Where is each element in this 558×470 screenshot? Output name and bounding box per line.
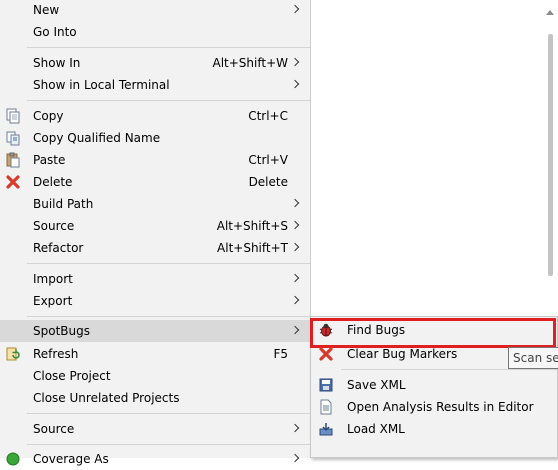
submenu-item-save-xml[interactable]: Save XML	[311, 374, 557, 396]
menu-item-refactor[interactable]: Refactor Alt+Shift+T	[0, 237, 310, 259]
menu-item-label: Source	[33, 219, 75, 233]
menu-item-go-into[interactable]: Go Into	[0, 21, 310, 43]
submenu-item-load-xml[interactable]: Load XML	[311, 418, 557, 440]
document-icon	[320, 399, 332, 415]
menu-item-label: Source	[33, 422, 75, 436]
coverage-icon	[6, 452, 20, 466]
menu-item-label: Close Unrelated Projects	[33, 391, 180, 405]
menu-item-label: Go Into	[33, 25, 77, 39]
menu-item-spotbugs[interactable]: SpotBugs	[0, 320, 310, 342]
submenu-item-open-analysis-results[interactable]: Open Analysis Results in Editor	[311, 396, 557, 418]
menu-item-label: SpotBugs	[33, 324, 90, 338]
menu-separator	[27, 263, 310, 264]
menu-item-show-in[interactable]: Show In Alt+Shift+W	[0, 52, 310, 74]
menu-item-label: Show in Local Terminal	[33, 78, 170, 92]
menu-separator	[27, 100, 310, 101]
menu-item-shortcut: Delete	[248, 175, 288, 189]
spotbugs-submenu: Find Bugs Clear Bug Markers Save XML Ope…	[310, 316, 558, 458]
tooltip: Scan selected	[508, 347, 558, 369]
menu-item-label: Show In	[33, 56, 81, 70]
submenu-arrow-icon	[290, 423, 300, 433]
menu-item-new[interactable]: New	[0, 0, 310, 21]
menu-item-delete[interactable]: Delete Delete	[0, 171, 310, 193]
menu-item-shortcut: F5	[273, 347, 288, 361]
menu-item-label: Refresh	[33, 347, 79, 361]
menu-item-source-2[interactable]: Source	[0, 418, 310, 440]
menu-item-copy-qualified-name[interactable]: Copy Qualified Name	[0, 127, 310, 149]
submenu-separator	[341, 369, 557, 370]
submenu-item-label: Clear Bug Markers	[347, 347, 458, 361]
submenu-arrow-icon	[290, 57, 300, 67]
menu-item-export[interactable]: Export	[0, 290, 310, 312]
menu-item-coverage-as[interactable]: Coverage As	[0, 448, 310, 470]
submenu-arrow-icon	[290, 242, 300, 252]
submenu-arrow-icon	[290, 453, 300, 463]
copy-qualified-name-icon	[6, 131, 20, 146]
submenu-item-label: Open Analysis Results in Editor	[347, 400, 534, 414]
clear-icon	[319, 347, 333, 361]
menu-item-label: Copy Qualified Name	[33, 131, 161, 145]
submenu-arrow-icon	[290, 220, 300, 230]
refresh-icon	[6, 347, 20, 361]
menu-item-label: New	[33, 3, 60, 17]
load-icon	[319, 423, 333, 436]
menu-item-label: Build Path	[33, 197, 94, 211]
menu-item-close-unrelated-projects[interactable]: Close Unrelated Projects	[0, 387, 310, 409]
menu-item-shortcut: Ctrl+V	[248, 153, 288, 167]
menu-item-shortcut: Alt+Shift+W	[212, 56, 289, 70]
submenu-item-find-bugs[interactable]: Find Bugs	[310, 318, 557, 348]
menu-item-import[interactable]: Import	[0, 268, 310, 290]
submenu-arrow-icon	[290, 198, 300, 208]
menu-separator	[27, 47, 310, 48]
menu-item-build-path[interactable]: Build Path	[0, 193, 310, 215]
menu-item-copy[interactable]: Copy Ctrl+C	[0, 105, 310, 127]
menu-item-close-project[interactable]: Close Project	[0, 365, 310, 387]
submenu-arrow-icon	[290, 295, 300, 305]
scrollbar-thumb[interactable]	[548, 34, 553, 276]
save-icon	[319, 378, 333, 392]
menu-separator	[27, 316, 310, 317]
menu-item-label: Coverage As	[33, 452, 109, 466]
menu-item-shortcut: Alt+Shift+S	[216, 219, 288, 233]
menu-item-label: Copy	[33, 109, 64, 123]
scroll-up-arrow-icon[interactable]	[546, 10, 554, 15]
menu-item-paste[interactable]: Paste Ctrl+V	[0, 149, 310, 171]
menu-item-label: Refactor	[33, 241, 84, 255]
copy-icon	[6, 108, 20, 124]
submenu-arrow-icon	[290, 79, 300, 89]
menu-item-label: Export	[33, 294, 73, 308]
paste-icon	[6, 152, 20, 168]
menu-item-shortcut: Ctrl+C	[248, 109, 288, 123]
menu-separator	[27, 413, 310, 414]
submenu-arrow-icon	[290, 325, 300, 335]
submenu-arrow-icon	[290, 4, 300, 14]
menu-item-source[interactable]: Source Alt+Shift+S	[0, 215, 310, 237]
menu-item-label: Close Project	[33, 369, 111, 383]
menu-item-label: Delete	[33, 175, 73, 189]
delete-icon	[6, 175, 20, 189]
menu-item-show-in-local-terminal[interactable]: Show in Local Terminal	[0, 74, 310, 96]
submenu-arrow-icon	[290, 273, 300, 283]
submenu-item-label: Save XML	[347, 378, 406, 392]
menu-item-label: Paste	[33, 153, 66, 167]
menu-item-refresh[interactable]: Refresh F5	[0, 343, 310, 365]
submenu-item-label: Load XML	[347, 422, 405, 436]
menu-item-label: Import	[33, 272, 73, 286]
menu-item-shortcut: Alt+Shift+T	[217, 241, 288, 255]
menu-separator	[27, 444, 310, 445]
context-menu: New Go Into Show In Alt+Shift+W Show in …	[0, 0, 311, 466]
vertical-scrollbar[interactable]	[544, 0, 558, 300]
